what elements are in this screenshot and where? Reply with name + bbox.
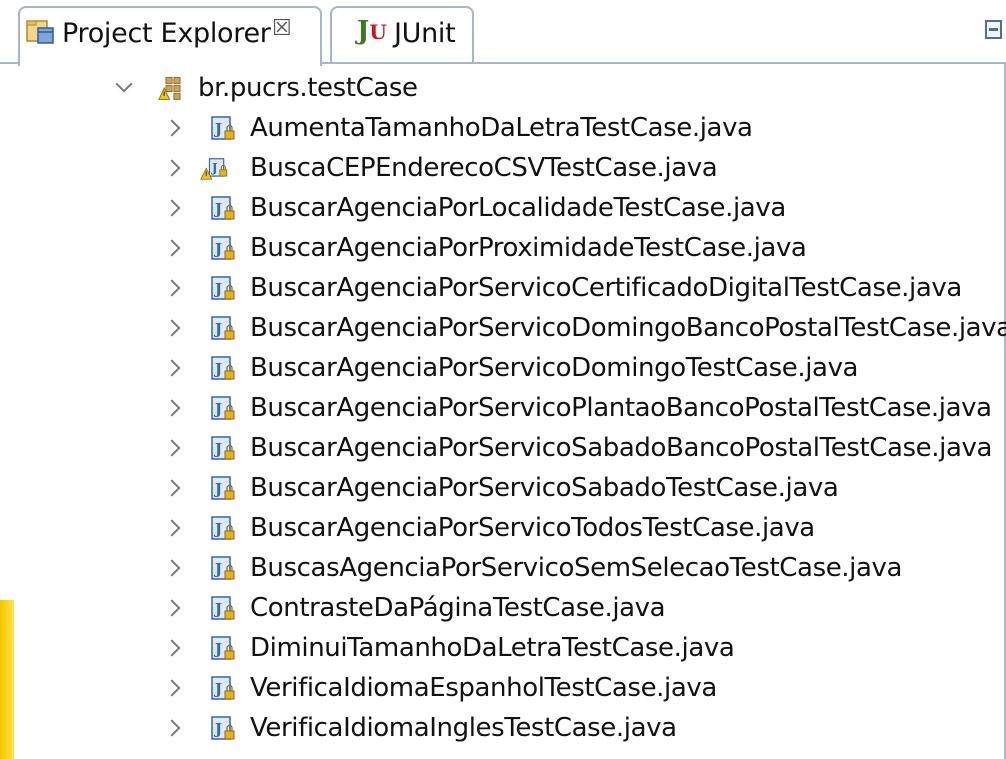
svg-text:J: J: [213, 240, 222, 258]
chevron-right-icon[interactable]: [163, 439, 181, 457]
tab-project-explorer-label: Project Explorer: [62, 18, 271, 49]
svg-text:J: J: [213, 320, 222, 338]
junit-icon: JU: [357, 16, 387, 46]
file-label: BuscaCEPEnderecoCSVTestCase.java: [250, 153, 718, 183]
file-label: ContrasteDaPáginaTestCase.java: [250, 593, 666, 623]
svg-text:J: J: [213, 280, 222, 298]
file-label: BuscarAgenciaPorServicoSabadoBancoPostal…: [250, 433, 993, 463]
tree-file-row[interactable]: J BuscarAgenciaPorServicoTodosTestCase.j…: [0, 508, 1000, 548]
svg-text:J: J: [213, 440, 222, 458]
tree-file-row[interactable]: J BuscasAgenciaPorServicoSemSelecaoTestC…: [0, 548, 1000, 588]
package-label: br.pucrs.testCase: [198, 73, 418, 103]
tree-file-row[interactable]: J BuscarAgenciaPorServicoCertificadoDigi…: [0, 268, 1000, 308]
svg-text:J: J: [213, 200, 222, 218]
tree-file-row[interactable]: J VerificaIdiomaEspanholTestCase.java: [0, 668, 1000, 708]
file-label: VerificaIdiomaInglesTestCase.java: [250, 713, 677, 743]
svg-text:J: J: [213, 560, 222, 578]
java-file-icon: J: [211, 676, 235, 700]
project-tree: br.pucrs.testCase J AumentaTamanhoDaLetr…: [0, 64, 1006, 759]
chevron-right-icon[interactable]: [163, 119, 181, 137]
chevron-right-icon[interactable]: [163, 559, 181, 577]
chevron-right-icon[interactable]: [163, 359, 181, 377]
chevron-right-icon[interactable]: [163, 639, 181, 657]
java-file-icon: J: [211, 396, 235, 420]
file-label: BuscasAgenciaPorServicoSemSelecaoTestCas…: [250, 553, 903, 583]
tree-file-row[interactable]: J BuscarAgenciaPorServicoSabadoBancoPost…: [0, 428, 1000, 468]
java-file-icon: J: [211, 196, 235, 220]
chevron-right-icon[interactable]: [163, 159, 181, 177]
project-explorer-icon: [26, 20, 54, 44]
file-label: BuscarAgenciaPorServicoTodosTestCase.jav…: [250, 513, 815, 543]
tab-junit-label: JUnit: [394, 18, 456, 49]
tree-file-row[interactable]: J BuscarAgenciaPorServicoPlantaoBancoPos…: [0, 388, 1000, 428]
tab-close-icon[interactable]: ☒: [272, 16, 292, 41]
file-label: BuscarAgenciaPorServicoDomingoBancoPosta…: [250, 313, 1006, 343]
chevron-down-icon[interactable]: [115, 75, 133, 93]
tree-file-row[interactable]: J AumentaTamanhoDaLetraTestCase.java: [0, 108, 1000, 148]
package-warning-icon: [158, 76, 181, 100]
tree-file-row[interactable]: J BuscaCEPEnderecoCSVTestCase.java: [0, 148, 1000, 188]
file-label: AumentaTamanhoDaLetraTestCase.java: [250, 113, 753, 143]
tree-file-row[interactable]: J DiminuiTamanhoDaLetraTestCase.java: [0, 628, 1000, 668]
chevron-right-icon[interactable]: [163, 599, 181, 617]
java-file-icon: J: [211, 516, 235, 540]
chevron-right-icon[interactable]: [163, 679, 181, 697]
svg-text:J: J: [213, 680, 222, 698]
java-file-warning-icon: J: [200, 158, 228, 180]
file-label: VerificaIdiomaEspanholTestCase.java: [250, 673, 717, 703]
view-tab-bar: Project Explorer ☒ JU JUnit: [0, 0, 1006, 66]
tree-file-row[interactable]: J ContrasteDaPáginaTestCase.java: [0, 588, 1000, 628]
java-file-icon: J: [211, 116, 235, 140]
java-file-icon: J: [211, 236, 235, 260]
java-file-icon: J: [211, 316, 235, 340]
file-label: BuscarAgenciaPorServicoCertificadoDigita…: [250, 273, 962, 303]
file-label: BuscarAgenciaPorProximidadeTestCase.java: [250, 233, 807, 263]
svg-text:J: J: [213, 480, 222, 498]
tree-file-row[interactable]: J BuscarAgenciaPorLocalidadeTestCase.jav…: [0, 188, 1000, 228]
tree-file-row[interactable]: J VerificaIdiomaInglesTestCase.java: [0, 708, 1000, 748]
tree-file-row[interactable]: J BuscarAgenciaPorProximidadeTestCase.ja…: [0, 228, 1000, 268]
tree-file-row[interactable]: J BuscarAgenciaPorServicoDomingoBancoPos…: [0, 308, 1006, 348]
chevron-right-icon[interactable]: [163, 199, 181, 217]
chevron-right-icon[interactable]: [163, 279, 181, 297]
svg-text:J: J: [213, 720, 222, 738]
svg-text:J: J: [213, 600, 222, 618]
chevron-right-icon[interactable]: [163, 479, 181, 497]
tree-package-row[interactable]: br.pucrs.testCase: [0, 68, 1000, 108]
svg-text:J: J: [213, 520, 222, 538]
svg-text:J: J: [213, 120, 222, 138]
java-file-icon: J: [211, 436, 235, 460]
file-label: BuscarAgenciaPorServicoDomingoTestCase.j…: [250, 353, 859, 383]
tree-file-row[interactable]: J BuscarAgenciaPorServicoDomingoTestCase…: [0, 348, 1000, 388]
file-label: BuscarAgenciaPorServicoPlantaoBancoPosta…: [250, 393, 992, 423]
svg-text:J: J: [213, 400, 222, 418]
svg-text:J: J: [213, 360, 222, 378]
file-label: BuscarAgenciaPorServicoSabadoTestCase.ja…: [250, 473, 839, 503]
chevron-right-icon[interactable]: [163, 719, 181, 737]
java-file-icon: J: [211, 636, 235, 660]
project-explorer-window: Project Explorer ☒ JU JUnit br.pucrs.tes…: [0, 0, 1006, 759]
file-label: DiminuiTamanhoDaLetraTestCase.java: [250, 633, 735, 663]
chevron-right-icon[interactable]: [163, 239, 181, 257]
java-file-icon: J: [211, 356, 235, 380]
java-file-icon: J: [211, 476, 235, 500]
chevron-right-icon[interactable]: [163, 399, 181, 417]
chevron-right-icon[interactable]: [163, 319, 181, 337]
svg-text:J: J: [213, 640, 222, 658]
svg-text:J: J: [211, 161, 218, 175]
java-file-icon: J: [211, 276, 235, 300]
tree-file-row[interactable]: J BuscarAgenciaPorServicoSabadoTestCase.…: [0, 468, 1000, 508]
chevron-right-icon[interactable]: [163, 519, 181, 537]
java-file-icon: J: [211, 556, 235, 580]
minimize-icon[interactable]: [985, 20, 1002, 39]
file-label: BuscarAgenciaPorLocalidadeTestCase.java: [250, 193, 786, 223]
java-file-icon: J: [211, 596, 235, 620]
java-file-icon: J: [211, 716, 235, 740]
